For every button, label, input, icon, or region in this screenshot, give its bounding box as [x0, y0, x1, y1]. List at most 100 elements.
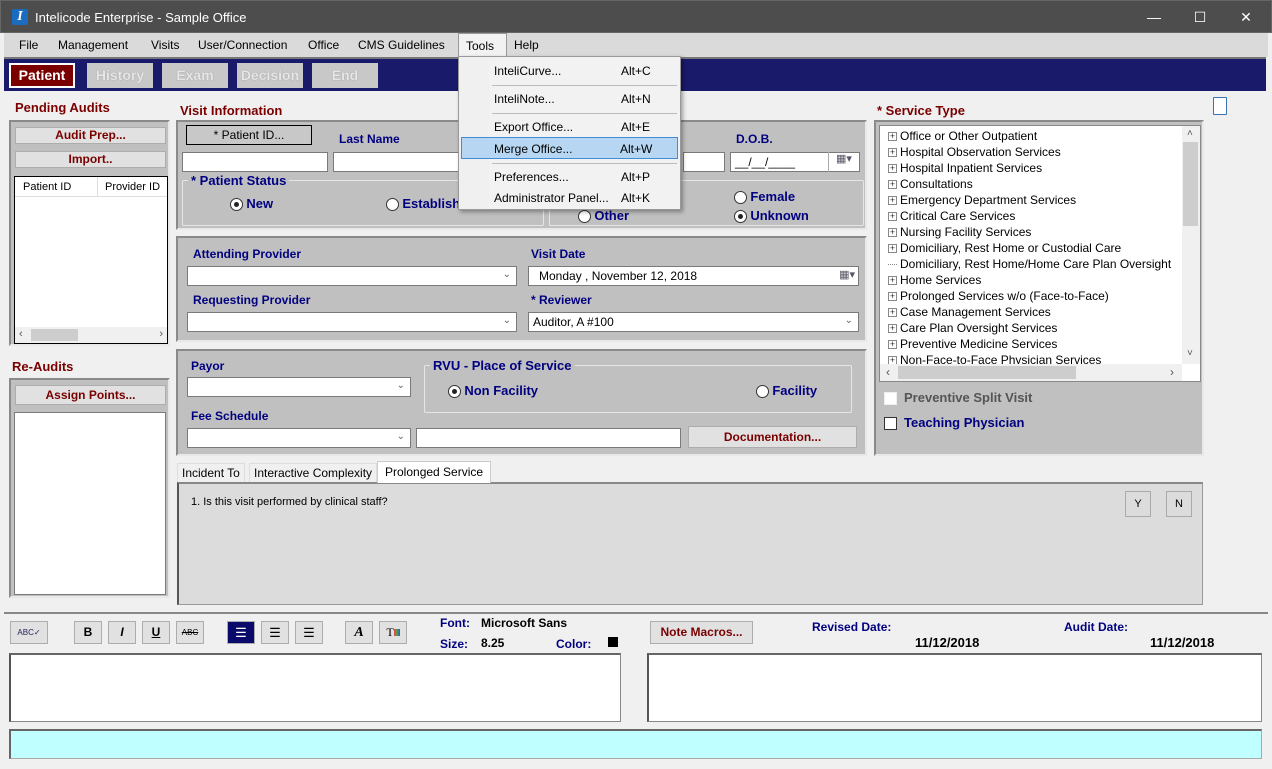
spell-check-button[interactable]: ABC✓	[10, 621, 48, 644]
horizontal-scrollbar[interactable]: ‹ ›	[15, 327, 167, 343]
documentation-button[interactable]: Documentation...	[688, 426, 857, 448]
tree-item[interactable]: + Prolonged Services w/o (Face-to-Face)	[888, 288, 1178, 304]
scroll-right-icon[interactable]: ›	[159, 328, 163, 340]
tree-item[interactable]: + Office or Other Outpatient	[888, 128, 1178, 144]
menu-tools[interactable]: Tools	[458, 33, 507, 58]
tree-item[interactable]: Domiciliary, Rest Home/Home Care Plan Ov…	[888, 256, 1178, 272]
gender-other-radio[interactable]: Other	[578, 208, 629, 224]
expand-icon[interactable]: +	[888, 244, 897, 254]
tab-prolonged-service[interactable]: Prolonged Service	[377, 461, 492, 483]
italic-button[interactable]: I	[108, 621, 136, 644]
scrollbar-thumb[interactable]	[1183, 142, 1198, 226]
column-provider-id[interactable]: Provider ID	[105, 181, 160, 193]
expand-icon[interactable]: +	[888, 148, 897, 158]
reviewer-select[interactable]: Auditor, A #100 ⌄	[528, 312, 859, 332]
scroll-up-icon[interactable]: ˄	[1187, 128, 1193, 139]
tree-item[interactable]: + Hospital Inpatient Services	[888, 160, 1178, 176]
close-button[interactable]: ✕	[1223, 1, 1269, 34]
patient-id-input[interactable]	[182, 152, 328, 172]
import-button[interactable]: Import..	[15, 151, 166, 168]
text-color-button[interactable]: T	[379, 621, 407, 644]
yes-button[interactable]: Y	[1125, 491, 1151, 517]
fee-schedule-text[interactable]	[416, 428, 681, 448]
gender-female-radio[interactable]: Female	[734, 189, 795, 205]
expand-icon[interactable]: +	[888, 324, 897, 334]
expand-icon[interactable]: +	[888, 292, 897, 302]
audit-prep-button[interactable]: Audit Prep...	[15, 127, 166, 144]
expand-icon[interactable]: +	[888, 228, 897, 238]
tab-interactive-complexity[interactable]: Interactive Complexity	[249, 463, 378, 482]
align-center-button[interactable]: ☰	[261, 621, 289, 644]
expand-icon[interactable]: +	[888, 196, 897, 206]
note-editor-left[interactable]	[9, 653, 621, 722]
tree-item[interactable]: + Consultations	[888, 176, 1178, 192]
note-editor-right[interactable]	[647, 653, 1262, 722]
assign-points-button[interactable]: Assign Points...	[15, 385, 166, 405]
color-swatch[interactable]	[608, 637, 618, 647]
menu-user-connection[interactable]: User/Connection	[191, 33, 294, 57]
note-macros-button[interactable]: Note Macros...	[650, 621, 753, 644]
menu-cms-guidelines[interactable]: CMS Guidelines	[351, 33, 452, 57]
gender-unknown-radio[interactable]: Unknown	[734, 208, 809, 224]
tree-item[interactable]: + Nursing Facility Services	[888, 224, 1178, 240]
align-left-button[interactable]: ☰	[227, 621, 255, 644]
wizard-tab-exam[interactable]: Exam	[162, 63, 228, 88]
align-right-button[interactable]: ☰	[295, 621, 323, 644]
vertical-scrollbar[interactable]: ˄ ˅	[1182, 126, 1200, 364]
wizard-tab-patient[interactable]: Patient	[9, 63, 75, 88]
service-type-tree[interactable]: + Office or Other Outpatient + Hospital Obs…	[879, 125, 1201, 382]
visit-date-picker[interactable]: Monday , November 12, 2018 ▦▾	[528, 266, 859, 286]
rvu-non-facility-radio[interactable]: Non Facility	[448, 383, 538, 399]
tree-item[interactable]: + Hospital Observation Services	[888, 144, 1178, 160]
tree-item[interactable]: + Preventive Medicine Services	[888, 336, 1178, 352]
rvu-facility-radio[interactable]: Facility	[756, 383, 817, 399]
menu-item-preferences[interactable]: Preferences... Alt+P	[461, 166, 678, 188]
calendar-icon[interactable]: ▦▾	[828, 152, 859, 172]
menu-item-inteli-note[interactable]: InteliNote... Alt+N	[461, 88, 678, 110]
column-patient-id[interactable]: Patient ID	[23, 181, 71, 193]
requesting-provider-select[interactable]: ⌄	[187, 312, 517, 332]
pending-audits-list[interactable]: Patient ID Provider ID ‹ ›	[14, 176, 168, 344]
expand-icon[interactable]: +	[888, 132, 897, 142]
horizontal-scrollbar[interactable]: ‹ ›	[880, 364, 1182, 381]
scrollbar-thumb[interactable]	[898, 366, 1076, 379]
minimize-button[interactable]: —	[1131, 1, 1177, 34]
menu-visits[interactable]: Visits	[144, 33, 186, 57]
status-established-radio[interactable]: Established	[386, 196, 466, 212]
underline-button[interactable]: U	[142, 621, 170, 644]
no-button[interactable]: N	[1166, 491, 1192, 517]
expand-icon[interactable]: +	[888, 164, 897, 174]
menu-item-merge-office[interactable]: Merge Office... Alt+W	[461, 137, 678, 159]
fee-schedule-select[interactable]: ⌄	[187, 428, 411, 448]
tab-incident-to[interactable]: Incident To	[177, 463, 245, 482]
calendar-icon[interactable]: ▦▾	[839, 268, 855, 281]
scroll-right-icon[interactable]: ›	[1170, 365, 1174, 379]
scrollbar-thumb[interactable]	[31, 329, 78, 341]
scroll-left-icon[interactable]: ‹	[886, 365, 890, 379]
menu-item-administrator-panel[interactable]: Administrator Panel... Alt+K	[461, 187, 678, 209]
bold-button[interactable]: B	[74, 621, 102, 644]
new-document-icon[interactable]	[1213, 97, 1227, 115]
expand-icon[interactable]: +	[888, 340, 897, 350]
tree-item[interactable]: + Domiciliary, Rest Home or Custodial Car…	[888, 240, 1178, 256]
wizard-tab-decision[interactable]: Decision	[237, 63, 303, 88]
tree-item[interactable]: + Care Plan Oversight Services	[888, 320, 1178, 336]
payor-select[interactable]: ⌄	[187, 377, 411, 397]
wizard-tab-history[interactable]: History	[87, 63, 153, 88]
maximize-button[interactable]: ☐	[1177, 1, 1223, 34]
scroll-left-icon[interactable]: ‹	[19, 328, 23, 340]
first-name-input[interactable]	[683, 152, 725, 172]
last-name-input[interactable]	[333, 152, 463, 172]
menu-file[interactable]: File	[12, 33, 45, 57]
attending-provider-select[interactable]: ⌄	[187, 266, 517, 286]
tree-item[interactable]: + Case Management Services	[888, 304, 1178, 320]
re-audits-list[interactable]	[14, 412, 166, 595]
tree-item[interactable]: + Critical Care Services	[888, 208, 1178, 224]
expand-icon[interactable]: +	[888, 308, 897, 318]
scroll-down-icon[interactable]: ˅	[1187, 348, 1193, 359]
expand-icon[interactable]: +	[888, 180, 897, 190]
wizard-tab-end[interactable]: End	[312, 63, 378, 88]
patient-id-button[interactable]: * Patient ID...	[186, 125, 312, 145]
menu-help[interactable]: Help	[507, 33, 546, 57]
menu-management[interactable]: Management	[51, 33, 135, 57]
